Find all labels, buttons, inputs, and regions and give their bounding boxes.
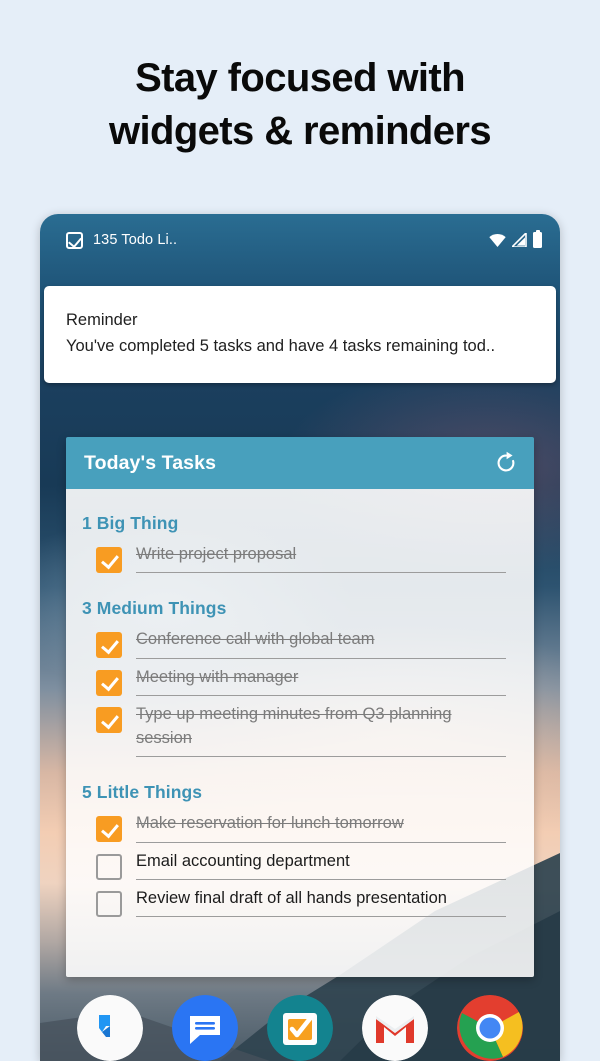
phone-icon[interactable] — [76, 995, 143, 1061]
chrome-icon[interactable] — [457, 995, 524, 1061]
task-label: Type up meeting minutes from Q3 planning… — [136, 703, 506, 758]
checkbox-checked-icon[interactable] — [96, 547, 122, 573]
task-row[interactable]: Email accounting department — [66, 850, 534, 880]
reminder-card[interactable]: Reminder You've completed 5 tasks and ha… — [44, 286, 556, 384]
task-label: Make reservation for lunch tomorrow — [136, 812, 506, 843]
reminder-title: Reminder — [66, 311, 138, 329]
task-section-heading: 5 Little Things — [82, 782, 203, 803]
checkbox-checked-icon[interactable] — [96, 816, 122, 843]
task-row[interactable]: Type up meeting minutes from Q3 planning… — [66, 703, 534, 758]
task-label: Email accounting department — [136, 850, 506, 880]
task-row[interactable]: Write project proposal — [66, 543, 534, 574]
status-bar-app-label: 135 Todo Li.. — [93, 232, 178, 248]
refresh-icon[interactable] — [494, 451, 518, 475]
app-checkbox-icon — [66, 231, 83, 249]
status-bar-app: 135 Todo Li.. — [66, 231, 489, 249]
checkbox-checked-icon[interactable] — [96, 632, 122, 659]
widget-title: Today's Tasks — [84, 451, 217, 474]
task-row[interactable]: Conference call with global team — [66, 628, 534, 659]
battery-icon — [533, 229, 542, 248]
widget-header: Today's Tasks — [66, 437, 534, 489]
messages-icon[interactable] — [171, 995, 238, 1061]
status-bar-indicators — [489, 229, 542, 248]
checkbox-unchecked-icon[interactable] — [96, 890, 122, 917]
page-title-line-2: widgets & reminders — [108, 108, 492, 153]
page-title: Stay focused with widgets & reminders — [0, 52, 600, 158]
signal-icon — [510, 231, 527, 248]
task-row[interactable]: Meeting with manager — [66, 666, 534, 697]
reminder-body: You've completed 5 tasks and have 4 task… — [66, 336, 496, 355]
status-bar: 135 Todo Li.. — [40, 214, 560, 266]
checkbox-unchecked-icon[interactable] — [96, 853, 122, 880]
todays-tasks-widget: Today's Tasks 1 Big Thing Write project p… — [66, 437, 534, 977]
task-row[interactable]: Make reservation for lunch tomorrow — [66, 812, 534, 843]
page-title-line-1: Stay focused with — [135, 56, 465, 100]
checkbox-checked-icon[interactable] — [96, 669, 122, 696]
wifi-icon — [489, 233, 506, 247]
task-label: Review final draft of all hands presenta… — [136, 887, 506, 918]
task-section-heading: 3 Medium Things — [82, 598, 227, 619]
todo-app-icon[interactable] — [266, 995, 333, 1061]
task-row[interactable]: Review final draft of all hands presenta… — [66, 887, 534, 918]
widget-task-list: 1 Big Thing Write project proposal 3 Mediu… — [66, 489, 534, 977]
task-label: Write project proposal — [136, 543, 506, 574]
checkbox-checked-icon[interactable] — [96, 707, 122, 734]
app-dock — [40, 995, 560, 1061]
phone-mockup: 135 Todo Li.. Reminder You've completed … — [40, 214, 560, 1061]
task-label: Conference call with global team — [136, 628, 506, 659]
task-label: Meeting with manager — [136, 666, 506, 697]
task-section-heading: 1 Big Thing — [82, 513, 179, 533]
gmail-icon[interactable] — [362, 995, 429, 1061]
